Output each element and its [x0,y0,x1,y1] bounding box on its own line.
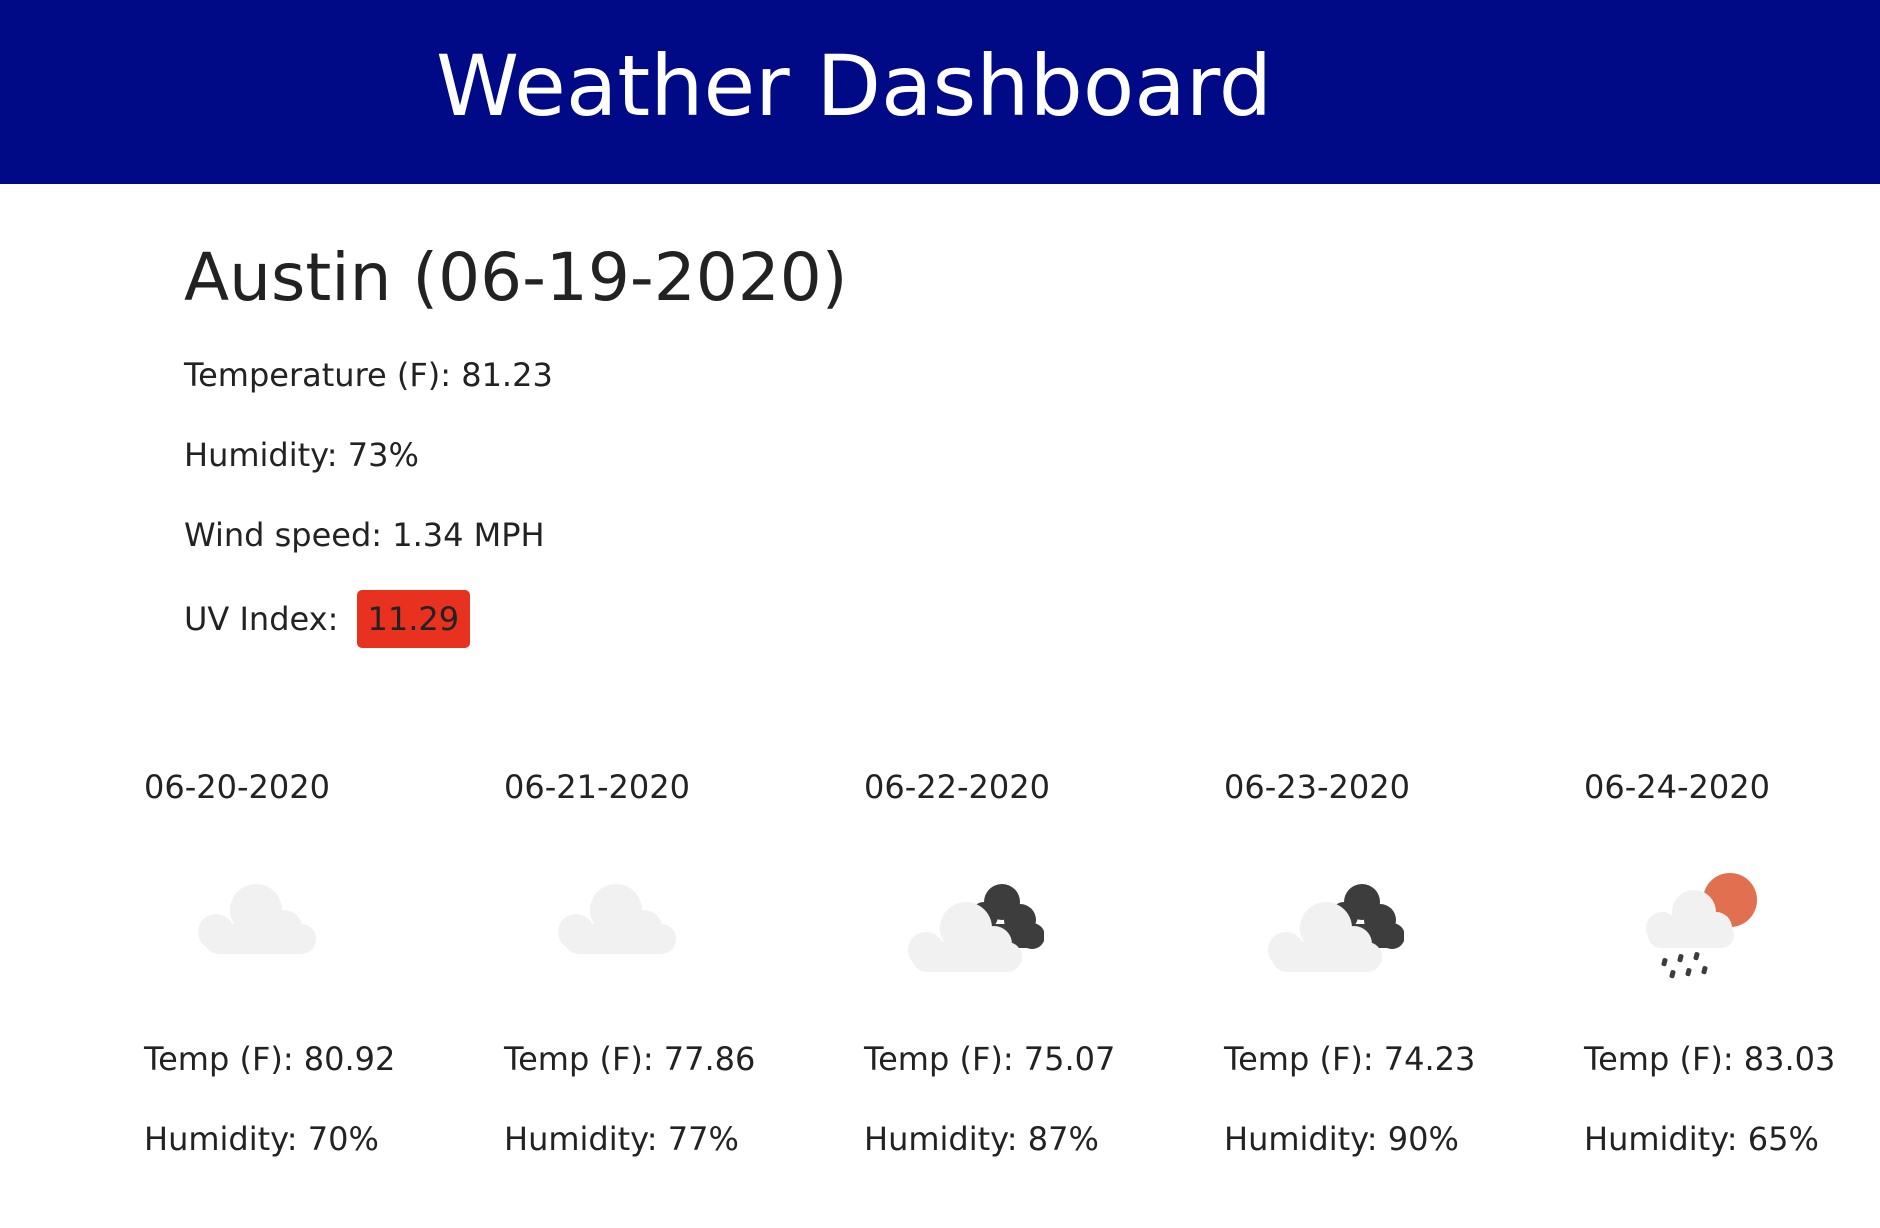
broken-clouds-icon [908,884,1044,972]
forecast-humidity: Humidity: 90% [1224,1120,1459,1158]
forecast-date: 06-23-2020 [1224,768,1410,806]
forecast-humidity: Humidity: 65% [1584,1120,1819,1158]
rain-sun-icon [1646,873,1757,979]
uv-index-label: UV Index: [184,600,339,638]
forecast-humidity: Humidity: 77% [504,1120,739,1158]
current-humidity: Humidity: 73% [184,436,419,474]
forecast-date: 06-21-2020 [504,768,690,806]
forecast-date: 06-22-2020 [864,768,1050,806]
forecast-date: 06-24-2020 [1584,768,1770,806]
current-temperature: Temperature (F): 81.23 [184,356,553,394]
cloud-icon [198,884,316,954]
forecast-date: 06-20-2020 [144,768,330,806]
current-wind-speed: Wind speed: 1.34 MPH [184,516,545,554]
uv-index-badge: 11.29 [356,590,471,649]
current-uv-row: UV Index: 11.29 [184,590,471,649]
forecast-temp: Temp (F): 83.03 [1584,1040,1836,1078]
broken-clouds-icon [1268,884,1404,972]
current-weather-heading: Austin (06-19-2020) [184,238,847,317]
forecast-temp: Temp (F): 80.92 [144,1040,396,1078]
forecast-temp: Temp (F): 75.07 [864,1040,1116,1078]
header-bar: Weather Dashboard [0,0,1880,184]
page-title: Weather Dashboard [436,37,1273,135]
forecast-temp: Temp (F): 77.86 [504,1040,756,1078]
city-date-title: Austin (06-19-2020) [184,239,848,316]
forecast-humidity: Humidity: 87% [864,1120,1099,1158]
cloud-icon [558,884,676,954]
forecast-humidity: Humidity: 70% [144,1120,379,1158]
forecast-temp: Temp (F): 74.23 [1224,1040,1476,1078]
